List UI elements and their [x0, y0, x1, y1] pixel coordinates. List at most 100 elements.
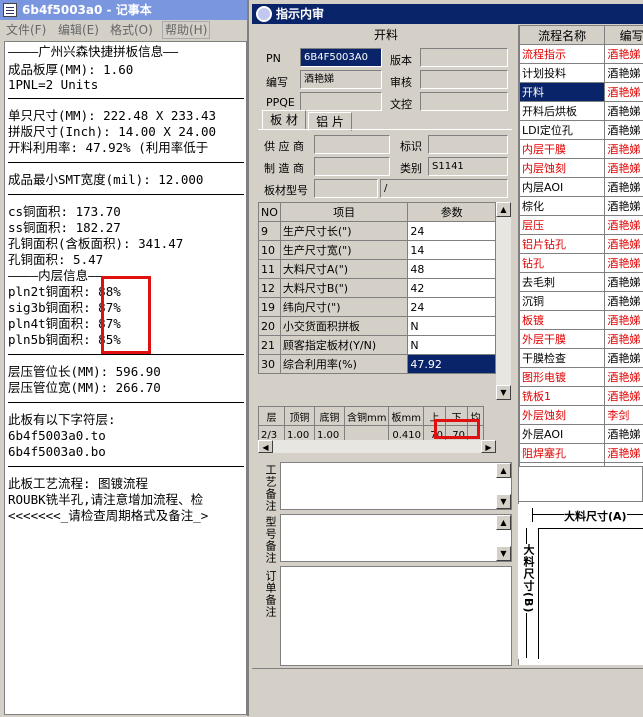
flow-name: 内层AOI [520, 178, 605, 197]
row-value[interactable]: 14 [408, 241, 496, 260]
flow-row[interactable]: 内层干膜酒艳娣 [520, 140, 643, 159]
menu-format[interactable]: 格式(O) [110, 20, 153, 40]
pn-field[interactable]: 6B4F5003A0 [300, 48, 382, 67]
review-title-bar[interactable]: 指示内审 [252, 4, 643, 24]
layer-hscrollbar[interactable]: ◀ ▶ [258, 440, 496, 453]
tab-board-material[interactable]: 板 材 [262, 110, 306, 129]
text-line: 层压管位宽(MM): 266.70 [8, 380, 161, 395]
param-grid[interactable]: NO 项目 参数 9生产尺寸长(")24 10生产尺寸宽(")14 11大料尺寸… [258, 202, 496, 400]
flow-row[interactable]: 板镀酒艳娣 [520, 311, 643, 330]
mark-field[interactable] [428, 135, 508, 154]
row-item: 小交货面积拼板 [280, 317, 407, 336]
flow-row[interactable]: 棕化酒艳娣 [520, 197, 643, 216]
editor-label: 编写 [266, 74, 288, 90]
flow-row[interactable]: 开料酒艳娣 [520, 83, 643, 102]
notepad-title-bar[interactable]: 6b4f5003a0 - 记事本 [0, 0, 249, 20]
version-label: 版本 [390, 52, 412, 68]
scroll-left-icon[interactable]: ◀ [258, 440, 273, 453]
menu-edit[interactable]: 编辑(E) [58, 20, 99, 40]
flow-row[interactable]: 图形电镀酒艳娣 [520, 368, 643, 387]
text-line: 6b4f5003a0.bo [8, 444, 106, 459]
process-remark-memo[interactable]: ▲ ▼ [280, 462, 512, 510]
flow-row[interactable]: 铣板1酒艳娣 [520, 387, 643, 406]
table-row[interactable]: 11大料尺寸A(")48 [259, 260, 496, 279]
flow-row[interactable]: 流程指示酒艳娣 [520, 45, 643, 64]
review-field[interactable] [420, 70, 508, 89]
col-no[interactable]: NO [259, 203, 281, 222]
flow-row[interactable]: 内层蚀刻酒艳娣 [520, 159, 643, 178]
flow-name: 去毛刺 [520, 273, 605, 292]
param-scrollbar[interactable]: ▲ ▼ [496, 202, 511, 400]
editor-field[interactable]: 酒艳娣 [300, 70, 382, 89]
row-value-selected[interactable]: 47.92 [408, 355, 496, 374]
table-row[interactable]: 20小交货面积拼板N [259, 317, 496, 336]
col-bottom-cu[interactable]: 底铜 [315, 407, 345, 426]
scroll-down-icon[interactable]: ▼ [496, 385, 511, 400]
flow-row[interactable]: 钻孔酒艳娣 [520, 254, 643, 273]
maker-field[interactable] [314, 157, 390, 176]
flow-author: 酒艳娣 [605, 235, 643, 254]
text-line: ROUBK铣半孔,请注意增加流程、检 [8, 492, 203, 507]
col-layer[interactable]: 层 [259, 407, 285, 426]
divider [8, 194, 244, 195]
table-row[interactable]: 9生产尺寸长(")24 [259, 222, 496, 241]
flow-row[interactable]: 干膜检查酒艳娣 [520, 349, 643, 368]
menu-file[interactable]: 文件(F) [6, 20, 46, 40]
table-row[interactable]: 30综合利用率(%)47.92 [259, 355, 496, 374]
flow-name: 流程指示 [520, 45, 605, 64]
col-top-cu[interactable]: 顶铜 [285, 407, 315, 426]
ppqe-field[interactable] [300, 92, 382, 111]
flow-row[interactable]: 铝片钻孔酒艳娣 [520, 235, 643, 254]
flow-row[interactable]: 沉铜酒艳娣 [520, 292, 643, 311]
row-value[interactable]: N [408, 336, 496, 355]
flow-row[interactable]: 外层AOI酒艳娣 [520, 425, 643, 444]
wenkong-field[interactable] [420, 92, 508, 111]
flow-row[interactable]: 去毛刺酒艳娣 [520, 273, 643, 292]
scroll-up-icon[interactable]: ▲ [496, 202, 511, 217]
supplier-field[interactable] [314, 135, 390, 154]
flow-name: 开料 [520, 83, 605, 102]
col-item[interactable]: 项目 [280, 203, 407, 222]
table-row[interactable]: 19纬向尺寸(")24 [259, 298, 496, 317]
flow-row[interactable]: 计划投料酒艳娣 [520, 64, 643, 83]
order-remark-memo[interactable] [280, 566, 512, 666]
row-value[interactable]: N [408, 317, 496, 336]
scroll-up-icon[interactable]: ▲ [496, 515, 511, 530]
row-value[interactable]: 24 [408, 222, 496, 241]
model-remark-memo[interactable]: ▲ ▼ [280, 514, 512, 562]
model-field-2[interactable]: / [380, 179, 508, 198]
table-row[interactable]: 12大料尺寸B(")42 [259, 279, 496, 298]
flow-row[interactable]: 外层干膜酒艳娣 [520, 330, 643, 349]
notepad-text-area[interactable]: ————广州兴森快捷拼板信息—— 成品板厚(MM): 1.60 1PNL=2 U… [4, 41, 247, 715]
text-line: cs铜面积: 173.70 [8, 204, 121, 219]
row-value[interactable]: 24 [408, 298, 496, 317]
col-cu-mm[interactable]: 含铜mm [345, 407, 389, 426]
col-flow-name[interactable]: 流程名称 [520, 26, 605, 45]
flow-row[interactable]: 外层蚀刻李剑 [520, 406, 643, 425]
category-field[interactable]: S1141 [428, 157, 508, 176]
model-field-1[interactable] [314, 179, 378, 198]
flow-author: 酒艳娣 [605, 102, 643, 121]
process-remark-label: 工艺备注 [262, 464, 278, 512]
version-field[interactable] [420, 48, 508, 67]
table-row[interactable]: 21顾客指定板材(Y/N)N [259, 336, 496, 355]
diagram-header-field[interactable] [518, 466, 643, 502]
flow-row[interactable]: 开料后烘板酒艳娣 [520, 102, 643, 121]
scroll-up-icon[interactable]: ▲ [496, 463, 511, 478]
ppqe-label: PPQE [266, 96, 295, 109]
flow-row[interactable]: 层压酒艳娣 [520, 216, 643, 235]
scroll-down-icon[interactable]: ▼ [496, 494, 511, 509]
flow-row[interactable]: 阻焊塞孔酒艳娣 [520, 444, 643, 463]
scroll-right-icon[interactable]: ▶ [481, 440, 496, 453]
menu-help[interactable]: 帮助(H) [162, 21, 210, 39]
flow-row[interactable]: LDI定位孔酒艳娣 [520, 121, 643, 140]
table-row[interactable]: 10生产尺寸宽(")14 [259, 241, 496, 260]
col-board-mm[interactable]: 板mm [389, 407, 423, 426]
scroll-down-icon[interactable]: ▼ [496, 546, 511, 561]
row-value[interactable]: 42 [408, 279, 496, 298]
col-author[interactable]: 编写 [605, 26, 643, 45]
row-value[interactable]: 48 [408, 260, 496, 279]
flow-row[interactable]: 内层AOI酒艳娣 [520, 178, 643, 197]
col-param[interactable]: 参数 [408, 203, 496, 222]
notepad-icon [3, 3, 17, 17]
